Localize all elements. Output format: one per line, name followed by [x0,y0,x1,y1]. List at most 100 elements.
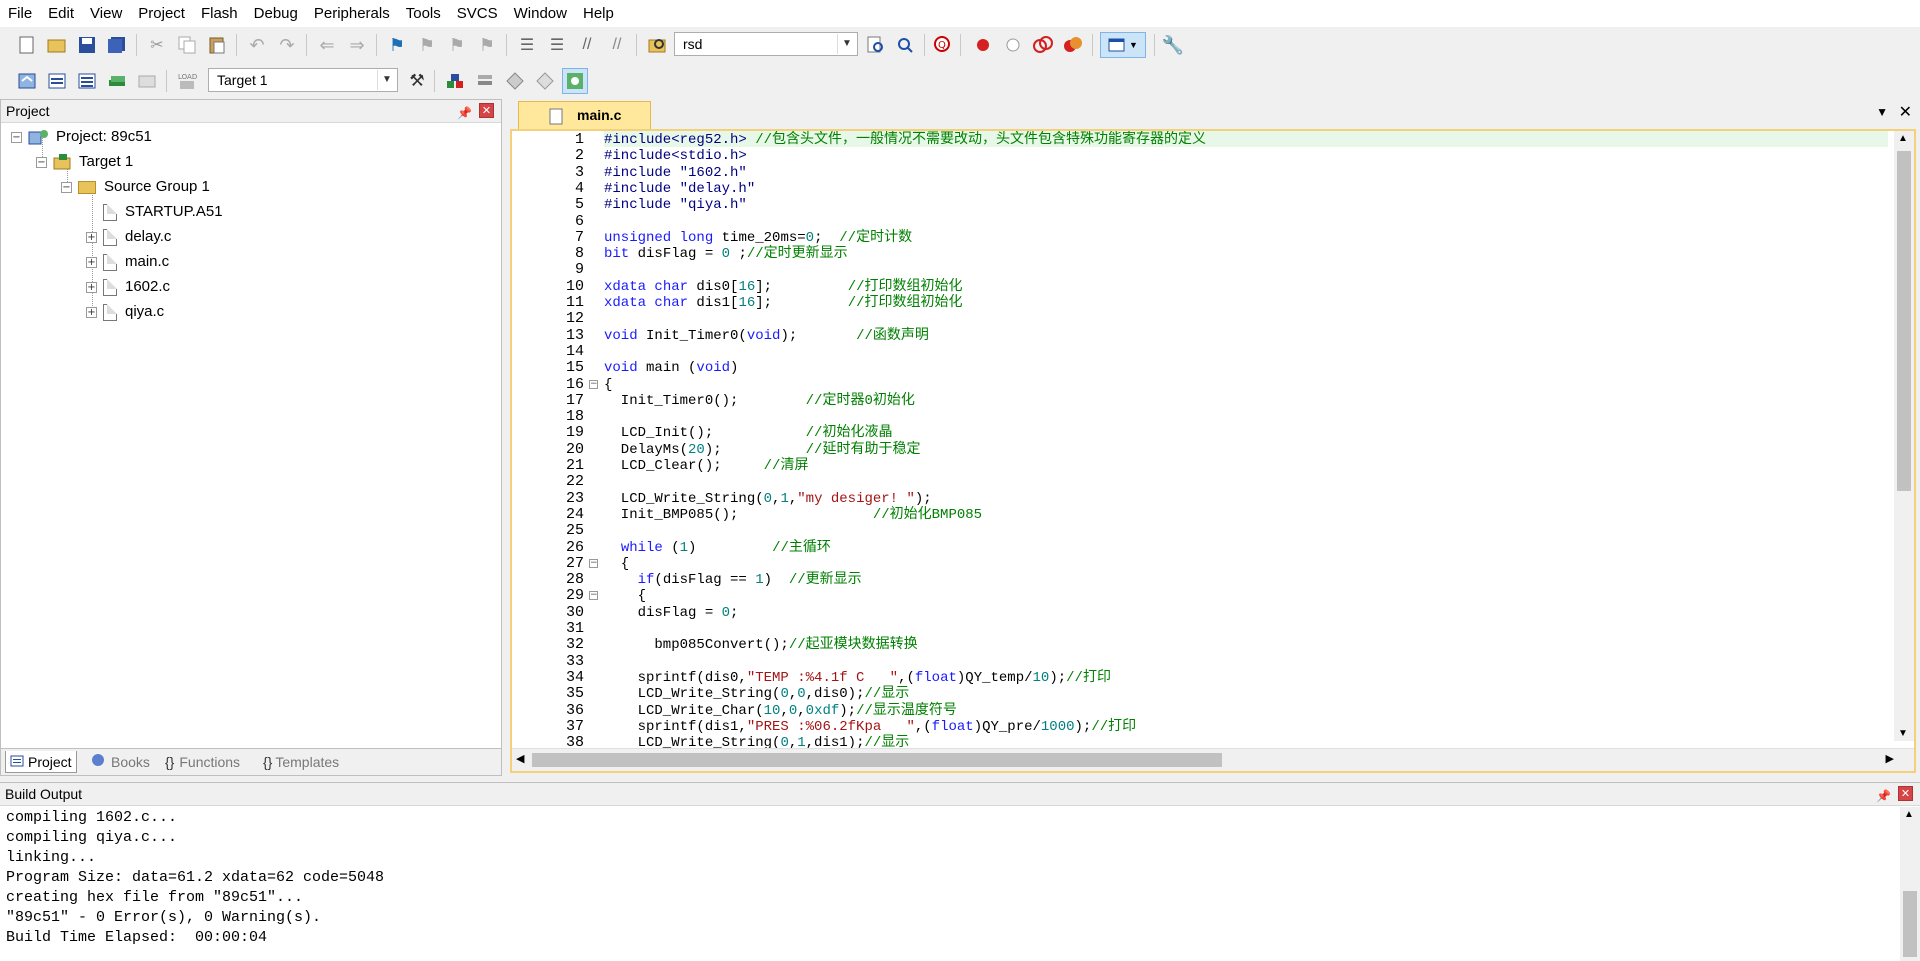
new-file-icon[interactable] [14,32,40,58]
tab-books[interactable]: Books [89,751,150,773]
unindent-icon[interactable]: ☰ [544,32,570,58]
expand-icon[interactable]: + [86,256,97,268]
code-line[interactable]: LCD_Init(); //初始化液晶 [604,425,893,441]
menu-svcs[interactable]: SVCS [449,0,506,27]
tree-file-1602[interactable]: + 1602.c [86,275,170,299]
code-line[interactable]: #include<reg52.h> //包含头文件，一般情况不需要改动，头文件包… [604,132,1206,148]
code-line[interactable]: xdata char dis1[16]; //打印数组初始化 [604,295,963,311]
tree-target[interactable]: − Target 1 [36,150,133,174]
find-in-files-icon[interactable] [644,32,670,58]
insert-breakpoint-icon[interactable] [970,32,996,58]
navigate-forward-icon[interactable]: ⇒ [344,32,370,58]
menu-help[interactable]: Help [575,0,622,27]
build-icon[interactable] [44,68,70,94]
indent-icon[interactable]: ☰ [514,32,540,58]
menu-tools[interactable]: Tools [398,0,449,27]
open-folder-icon[interactable] [44,32,70,58]
code-line[interactable]: void Init_Timer0(void); //函数声明 [604,328,929,344]
code-line[interactable]: disFlag = 0; [604,605,739,621]
code-line[interactable]: bmp085Convert();//起亚模块数据转换 [604,637,917,653]
pack-installer-icon[interactable] [502,68,528,94]
scroll-up-icon[interactable]: ▲ [1904,809,1914,820]
expand-icon[interactable]: + [86,281,97,293]
collapse-icon[interactable]: − [61,181,72,193]
fold-collapse-icon[interactable]: − [589,379,598,389]
menu-view[interactable]: View [82,0,130,27]
code-line[interactable]: { [604,556,629,572]
find-combo[interactable]: rsd ▼ [674,32,858,56]
code-line[interactable]: while (1) //主循环 [604,540,831,556]
close-icon[interactable]: ✕ [479,103,494,118]
close-tab-icon[interactable]: ✕ [1899,102,1912,122]
code-line[interactable]: void main (void) [604,360,738,376]
manage-components-icon[interactable] [472,68,498,94]
code-line[interactable]: if(disFlag == 1) //更新显示 [604,572,862,588]
select-packs-icon[interactable] [532,68,558,94]
expand-icon[interactable]: + [86,306,97,318]
file-extensions-icon[interactable] [442,68,468,94]
tree-file-delay[interactable]: + delay.c [86,225,171,249]
tree-project-root[interactable]: − Project: 89c51 [11,125,152,149]
tab-functions[interactable]: {} Functions [165,751,240,773]
code-line[interactable]: #include "1602.h" [604,165,747,181]
code-line[interactable]: LCD_Write_Char(10,0,0xdf);//显示温度符号 [604,703,957,719]
code-line[interactable]: #include<stdio.h> [604,148,747,164]
window-layout-icon[interactable]: ▼ [1100,32,1146,58]
collapse-icon[interactable]: − [36,156,47,168]
tree-file-startup[interactable]: STARTUP.A51 [103,200,223,224]
configure-icon[interactable]: 🔧 [1160,32,1186,58]
horizontal-scrollbar[interactable]: ◀ ▶ [512,748,1914,771]
enable-breakpoint-icon[interactable] [1000,32,1026,58]
scroll-up-icon[interactable]: ▲ [1898,133,1908,144]
close-icon[interactable]: ✕ [1898,786,1913,801]
tab-project[interactable]: Project [5,751,77,773]
prev-bookmark-icon[interactable]: ⚑ [414,32,440,58]
paste-icon[interactable] [204,32,230,58]
build-scroll-thumb[interactable] [1903,891,1917,957]
fold-collapse-icon[interactable]: − [589,558,598,568]
code-line[interactable]: sprintf(dis0,"TEMP :%4.1f C ",(float)QY_… [604,670,1111,686]
code-line[interactable]: bit disFlag = 0 ;//定时更新显示 [604,246,848,262]
code-line[interactable]: { [604,588,646,604]
menu-project[interactable]: Project [130,0,193,27]
kill-breakpoints-icon[interactable] [1060,32,1086,58]
code-line[interactable]: LCD_Clear(); //清屏 [604,458,809,474]
menu-file[interactable]: File [0,0,40,27]
save-all-icon[interactable] [104,32,130,58]
copy-icon[interactable] [174,32,200,58]
stop-build-icon[interactable] [134,68,160,94]
pin-icon[interactable]: 📌 [1876,785,1891,807]
code-line[interactable]: { [604,377,612,393]
bookmark-icon[interactable]: ⚑ [384,32,410,58]
target-combo[interactable]: Target 1 ▼ [208,68,398,92]
tab-main-c[interactable]: main.c [518,101,651,129]
code-line[interactable]: DelayMs(20); //延时有助于稳定 [604,442,921,458]
code-line[interactable]: #include "qiya.h" [604,197,747,213]
next-bookmark-icon[interactable]: ⚑ [444,32,470,58]
code-line[interactable]: xdata char dis0[16]; //打印数组初始化 [604,279,963,295]
collapse-icon[interactable]: − [11,131,22,143]
code-line[interactable]: LCD_Write_String(0,0,dis0);//显示 [604,686,910,702]
comment-icon[interactable]: // [574,32,600,58]
pin-icon[interactable]: 📌 [457,102,472,124]
debug-session-icon[interactable]: Q [930,32,956,58]
chevron-down-icon[interactable]: ▼ [837,34,856,54]
menu-flash[interactable]: Flash [193,0,246,27]
tree-file-qiya[interactable]: + qiya.c [86,300,164,324]
batch-build-icon[interactable] [104,68,130,94]
run-time-environment-icon[interactable] [562,68,588,94]
scroll-right-icon[interactable]: ▶ [1886,752,1894,765]
vertical-scrollbar[interactable]: ▲ ▼ [1894,131,1914,741]
incremental-find-icon[interactable] [892,32,918,58]
code-line[interactable]: #include "delay.h" [604,181,755,197]
code-line[interactable]: Init_BMP085(); //初始化BMP085 [604,507,982,523]
menu-edit[interactable]: Edit [40,0,82,27]
tree-file-main[interactable]: + main.c [86,250,169,274]
menu-window[interactable]: Window [506,0,575,27]
disable-breakpoints-icon[interactable] [1030,32,1056,58]
find-icon[interactable] [862,32,888,58]
horizontal-scroll-thumb[interactable] [532,753,1222,767]
code-line[interactable]: Init_Timer0(); //定时器0初始化 [604,393,915,409]
tree-source-group[interactable]: − Source Group 1 [61,175,210,199]
code-editor[interactable]: 1 2 3 4 5 6 7 8 9 10 11 12 13 14 15 16 17 18 19 20 21 22 23 24 2… [510,129,1916,773]
